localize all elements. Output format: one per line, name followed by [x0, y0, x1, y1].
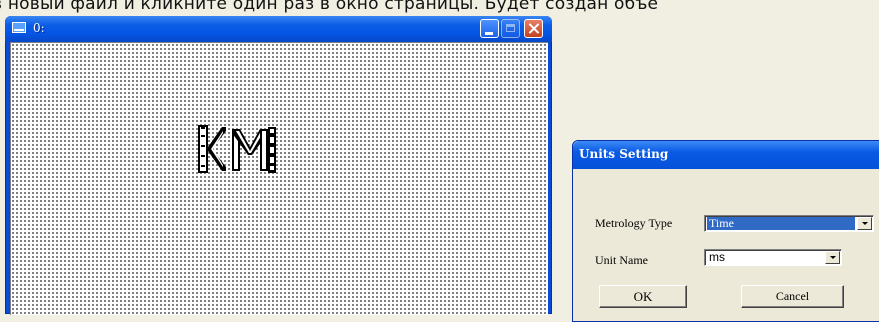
window-title-bar[interactable]: 0:	[5, 16, 552, 42]
unit-name-value: ms	[709, 250, 725, 264]
unit-name-select[interactable]: ms	[704, 249, 842, 266]
page-canvas[interactable]	[10, 42, 548, 315]
maximize-button[interactable]	[501, 19, 520, 38]
close-button[interactable]	[524, 19, 543, 38]
dialog-title: Units Setting	[579, 147, 669, 161]
background-text-line: в новый файл и кликните один раз в окно …	[0, 0, 659, 14]
metrology-type-select[interactable]: Time	[704, 215, 874, 232]
minimize-button[interactable]	[480, 19, 499, 38]
dropdown-arrow-icon[interactable]	[857, 217, 872, 230]
metrology-type-label: Metrology Type	[595, 216, 673, 230]
window-app-icon	[12, 22, 26, 33]
km-pixel-glyph	[198, 125, 276, 173]
km-text-object[interactable]	[198, 125, 278, 178]
dialog-title-bar[interactable]: Units Setting	[573, 141, 879, 169]
ok-button[interactable]: OK	[599, 285, 687, 308]
units-setting-dialog: Units Setting Metrology Type Time Unit N…	[572, 140, 879, 322]
drawing-window: 0:	[5, 16, 552, 315]
window-title: 0:	[33, 21, 45, 35]
metrology-type-value: Time	[707, 217, 855, 230]
dropdown-arrow-icon[interactable]	[825, 251, 840, 264]
cancel-button[interactable]: Cancel	[741, 285, 844, 308]
dialog-body: Metrology Type Time Unit Name ms OK Canc…	[576, 169, 879, 321]
unit-name-label: Unit Name	[595, 253, 648, 267]
